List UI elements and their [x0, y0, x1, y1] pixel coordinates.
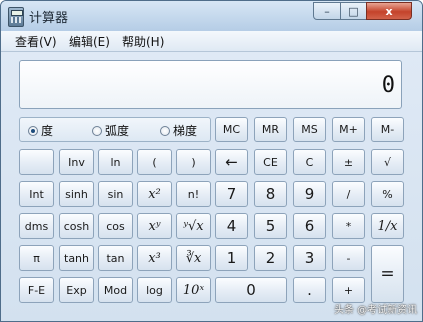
ln-key[interactable]: ln [98, 149, 133, 175]
digit-4-key[interactable]: 4 [215, 213, 248, 239]
cos-key[interactable]: cos [98, 213, 133, 239]
sin-key[interactable]: sin [98, 181, 133, 207]
digit-9-key[interactable]: 9 [293, 181, 326, 207]
tanh-key[interactable]: tanh [59, 245, 94, 271]
calculator-app-icon [8, 7, 24, 27]
display-value: 0 [381, 73, 395, 98]
cube-key[interactable]: x³ [137, 245, 172, 271]
maximize-button[interactable]: □ [340, 2, 367, 20]
ce-key[interactable]: CE [254, 149, 287, 175]
equals-key[interactable]: = [371, 245, 404, 303]
menu-help[interactable]: 帮助(H) [122, 33, 164, 50]
percent-key[interactable]: % [371, 181, 404, 207]
multiply-key[interactable]: * [332, 213, 365, 239]
mode-gradians[interactable]: 梯度 [160, 122, 197, 139]
digit-0-key[interactable]: 0 [215, 277, 287, 303]
divide-key[interactable]: / [332, 181, 365, 207]
close-paren-key[interactable]: ) [176, 149, 211, 175]
subtract-key[interactable]: - [332, 245, 365, 271]
mc-key[interactable]: MC [215, 117, 248, 142]
minimize-button[interactable]: – [313, 2, 341, 20]
radio-unselected-icon [160, 125, 170, 136]
digit-2-key[interactable]: 2 [254, 245, 287, 271]
inv-key[interactable]: Inv [59, 149, 94, 175]
close-button[interactable]: x [366, 2, 412, 20]
square-key[interactable]: x² [137, 181, 172, 207]
dms-key[interactable]: dms [19, 213, 54, 239]
ms-key[interactable]: MS [293, 117, 326, 142]
reciprocal-key[interactable]: 1/x [371, 213, 404, 239]
mode-degrees-label: 度 [41, 124, 54, 138]
clear-key[interactable]: C [293, 149, 326, 175]
m-plus-key[interactable]: M+ [332, 117, 365, 142]
mode-radians[interactable]: 弧度 [92, 122, 129, 139]
menu-bar: 查看(V) 编辑(E) 帮助(H) [1, 31, 422, 52]
add-key[interactable]: + [332, 277, 365, 303]
plus-minus-key[interactable]: ± [332, 149, 365, 175]
decimal-key[interactable]: . [293, 277, 326, 303]
fe-key[interactable]: F-E [19, 277, 54, 303]
mod-key[interactable]: Mod [98, 277, 133, 303]
digit-8-key[interactable]: 8 [254, 181, 287, 207]
y-root-key[interactable]: ʸ√x [176, 213, 211, 239]
digit-6-key[interactable]: 6 [293, 213, 326, 239]
blank-key[interactable] [19, 149, 54, 175]
digit-3-key[interactable]: 3 [293, 245, 326, 271]
result-display: 0 [19, 60, 402, 109]
log-key[interactable]: log [137, 277, 172, 303]
menu-view[interactable]: 查看(V) [15, 33, 57, 50]
mr-key[interactable]: MR [254, 117, 287, 142]
factorial-key[interactable]: n! [176, 181, 211, 207]
int-key[interactable]: Int [19, 181, 54, 207]
pi-key[interactable]: π [19, 245, 54, 271]
exp-key[interactable]: Exp [59, 277, 94, 303]
mode-radians-label: 弧度 [105, 124, 130, 138]
cube-root-key[interactable]: ∛x [176, 245, 211, 271]
title-bar[interactable]: 计算器 – □ x [1, 1, 422, 31]
window-title: 计算器 [29, 11, 69, 26]
cosh-key[interactable]: cosh [59, 213, 94, 239]
digit-5-key[interactable]: 5 [254, 213, 287, 239]
backspace-key[interactable]: ← [215, 149, 248, 175]
mode-gradians-label: 梯度 [173, 124, 198, 138]
watermark: 头条 @考试新资讯 [334, 305, 418, 316]
mode-degrees[interactable]: 度 [28, 122, 53, 139]
digit-1-key[interactable]: 1 [215, 245, 248, 271]
power-key[interactable]: xʸ [137, 213, 172, 239]
m-minus-key[interactable]: M- [371, 117, 404, 142]
menu-edit[interactable]: 编辑(E) [69, 33, 110, 50]
sinh-key[interactable]: sinh [59, 181, 94, 207]
calculator-window: 计算器 – □ x 查看(V) 编辑(E) 帮助(H) 0 度 弧度 梯度 MC… [0, 0, 423, 322]
sqrt-key[interactable]: √ [371, 149, 404, 175]
tan-key[interactable]: tan [98, 245, 133, 271]
ten-power-key[interactable]: 10ˣ [176, 277, 211, 303]
radio-unselected-icon [92, 125, 102, 136]
open-paren-key[interactable]: ( [137, 149, 172, 175]
angle-mode-group: 度 弧度 梯度 [19, 117, 211, 142]
radio-selected-icon [28, 125, 38, 136]
digit-7-key[interactable]: 7 [215, 181, 248, 207]
